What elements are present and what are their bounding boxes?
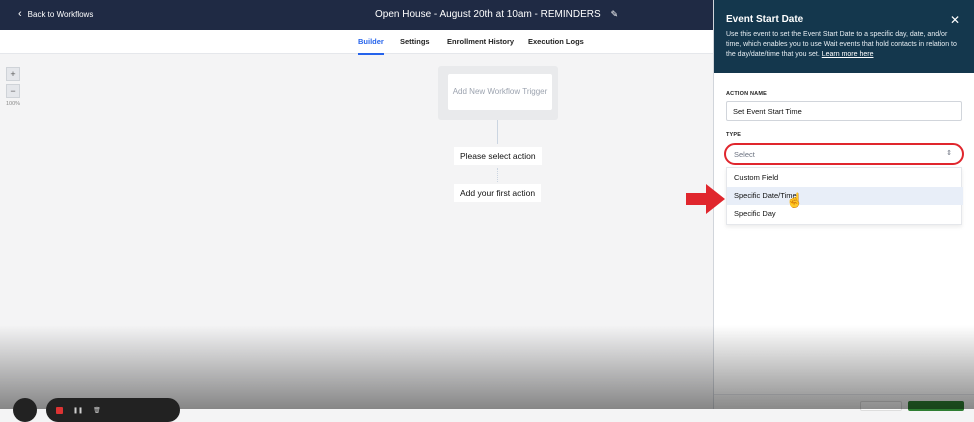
option-specific-date-time[interactable]: Specific Date/Time (727, 187, 963, 205)
cancel-button[interactable] (860, 401, 902, 411)
workflow-title[interactable]: Open House - August 20th at 10am - REMIN… (375, 9, 618, 20)
add-first-action-node[interactable]: Add your first action (454, 184, 542, 202)
side-panel: Event Start Date ✕ Use this event to set… (713, 0, 974, 409)
tab-execution-logs[interactable]: Execution Logs (528, 37, 584, 46)
tab-builder[interactable]: Builder (358, 37, 384, 55)
edit-pencil-icon[interactable]: ✎ (611, 9, 619, 20)
trash-icon[interactable]: 🗑 (93, 407, 101, 414)
workflow-canvas[interactable] (0, 55, 713, 409)
zoom-level: 100% (6, 101, 21, 107)
tab-bar: Builder Settings Enrollment History Exec… (0, 30, 713, 55)
tab-enrollment-history[interactable]: Enrollment History (447, 37, 514, 46)
learn-more-link[interactable]: Learn more here (822, 51, 874, 58)
workflow-title-text: Open House - August 20th at 10am - REMIN… (375, 9, 601, 20)
type-select[interactable]: Select ⇕ (724, 143, 964, 165)
recording-toolbar[interactable]: ❚❚ 🗑 (46, 398, 180, 422)
close-icon[interactable]: ✕ (950, 13, 960, 27)
back-to-workflows-button[interactable]: ‹ Back to Workflows (18, 8, 94, 20)
back-label: Back to Workflows (27, 9, 94, 19)
camera-toggle-icon[interactable] (13, 398, 37, 422)
zoom-out-button[interactable]: − (6, 84, 20, 98)
pause-icon[interactable]: ❚❚ (73, 407, 83, 414)
action-name-input[interactable]: Set Event Start Time (726, 101, 962, 121)
panel-title: Event Start Date (726, 14, 804, 25)
trigger-card: Add New Workflow Trigger (438, 66, 558, 120)
connector-line (497, 120, 498, 144)
type-dropdown: Custom Field Specific Date/Time Specific… (726, 167, 963, 225)
hand-cursor-icon: ☝ (786, 192, 804, 208)
panel-header: Event Start Date ✕ Use this event to set… (714, 0, 974, 73)
option-specific-day[interactable]: Specific Day (727, 205, 963, 223)
stop-recording-icon[interactable] (56, 406, 63, 414)
add-workflow-trigger-button[interactable]: Add New Workflow Trigger (448, 74, 552, 110)
select-action-node[interactable]: Please select action (454, 147, 542, 165)
option-custom-field[interactable]: Custom Field (727, 169, 963, 187)
connector-dotted (497, 168, 498, 182)
type-select-placeholder: Select (734, 150, 755, 159)
type-label: TYPE (726, 132, 742, 138)
zoom-in-button[interactable]: + (6, 67, 20, 81)
select-caret-icon: ⇕ (946, 150, 952, 157)
panel-description: Use this event to set the Event Start Da… (726, 30, 962, 60)
chevron-left-icon: ‹ (18, 8, 22, 20)
top-bar: ‹ Back to Workflows Open House - August … (0, 0, 713, 30)
tab-settings[interactable]: Settings (400, 37, 430, 46)
red-arrow-annotation-icon (686, 184, 725, 214)
action-name-label: ACTION NAME (726, 91, 768, 97)
save-action-button[interactable] (908, 401, 964, 411)
